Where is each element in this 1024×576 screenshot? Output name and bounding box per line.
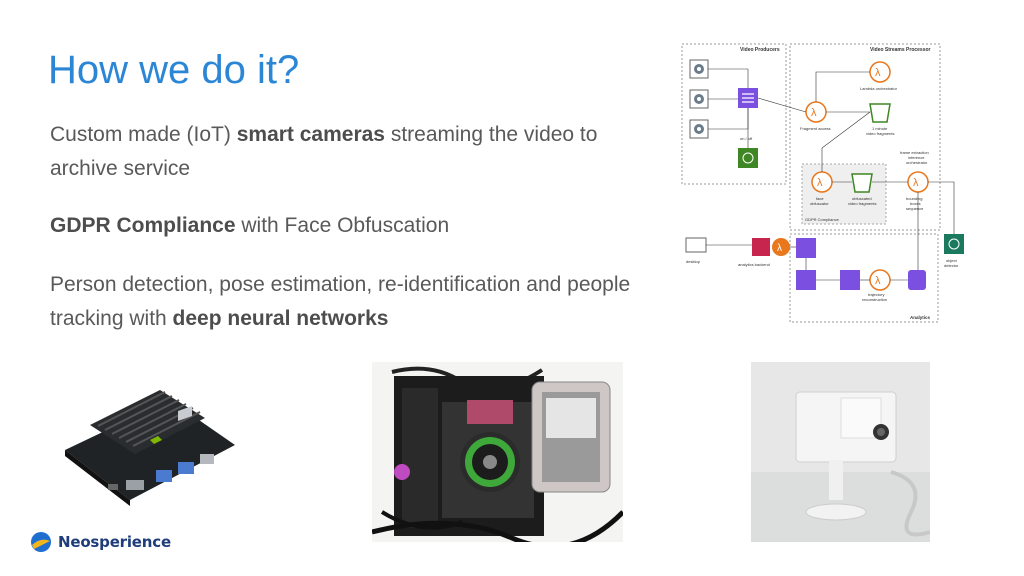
jetson-board-photo (60, 370, 240, 510)
bucket-icon-2 (851, 173, 873, 193)
firehose-icon (840, 270, 860, 290)
neosperience-logo-icon (31, 532, 51, 552)
database-icon (908, 270, 926, 290)
svg-text:video fragments: video fragments (848, 201, 876, 206)
object-detector-icon (944, 234, 964, 254)
svg-text:λ: λ (875, 275, 881, 287)
lambda-orchestrator-label: Lambda orchestrator (860, 86, 898, 91)
producers-section-title: Video Producers (740, 47, 780, 53)
svg-text:desktop: desktop (686, 259, 701, 264)
iot-icon (738, 148, 758, 168)
gdpr-section (801, 163, 887, 225)
para2-text: with Face Obfuscation (235, 214, 450, 237)
stream-icon (796, 270, 816, 290)
camera-icon-3 (689, 119, 709, 139)
gdpr-section-title: GDPR Compliance (805, 217, 840, 222)
paragraph-smart-cameras: Custom made (IoT) smart cameras streamin… (50, 118, 650, 186)
video-fragments-label: video fragments (866, 131, 894, 136)
svg-text:λ: λ (811, 107, 817, 119)
on-off-label: on / off (740, 136, 753, 141)
logo-text: Neosperience (58, 533, 171, 551)
svg-text:λ: λ (875, 67, 881, 79)
svg-text:obfuscator: obfuscator (810, 201, 829, 206)
svg-text:λ: λ (777, 243, 782, 254)
svg-text:sequence: sequence (906, 206, 924, 211)
neosperience-logo: Neosperience (30, 529, 171, 555)
svg-text:detector: detector (944, 263, 959, 268)
para1-bold: smart cameras (236, 123, 385, 146)
camera-icon-2 (689, 89, 709, 109)
desktop-icon (685, 237, 707, 253)
svg-text:λ: λ (817, 177, 823, 189)
paragraph-person-detection: Person detection, pose estimation, re-id… (50, 268, 650, 336)
camera-icon-1 (689, 59, 709, 79)
para1-text: Custom made (IoT) (50, 123, 237, 146)
analytics-backend-icon-1 (752, 238, 770, 256)
processor-section-title: Video Streams Processor (870, 47, 931, 53)
analytics-section-title: Analytics (910, 315, 931, 320)
fragment-access-label: Fragment access (800, 126, 831, 131)
paragraph-gdpr: GDPR Compliance with Face Obfuscation (50, 209, 650, 243)
architecture-diagram: Video Producers Video Streams Processor … (672, 38, 972, 328)
gpu-server-photo (372, 362, 623, 542)
smart-camera-photo (751, 362, 930, 542)
para2-bold: GDPR Compliance (50, 214, 236, 237)
analytics-icon (796, 238, 816, 258)
svg-text:reconstruction: reconstruction (862, 297, 887, 302)
slide-title: How we do it? (48, 48, 300, 92)
svg-text:orchestrator: orchestrator (906, 160, 928, 165)
svg-text:analytics backend: analytics backend (738, 262, 770, 267)
bucket-icon-1 (869, 103, 891, 123)
svg-text:λ: λ (913, 177, 919, 189)
para3-bold: deep neural networks (172, 307, 389, 330)
